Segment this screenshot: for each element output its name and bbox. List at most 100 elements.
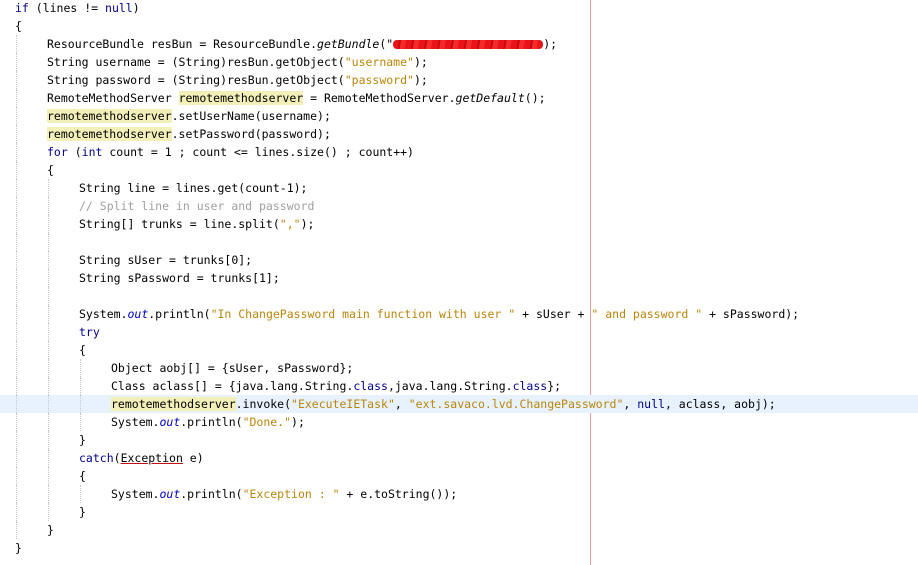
- code-content: catch(Exception e): [79, 449, 204, 467]
- string-literal: "username": [344, 55, 414, 69]
- indent-guide: [16, 233, 17, 251]
- code-text: Object aobj[] = {sUser, sPassword};: [111, 361, 354, 375]
- code-text: System.: [111, 487, 160, 501]
- code-editor[interactable]: if (lines != null) {ResourceBundle resBun…: [0, 0, 918, 565]
- code-text: String sPassword = trunks[1];: [79, 271, 280, 285]
- code-content: System.out.println("Done.");: [111, 413, 305, 431]
- code-line[interactable]: String[] trunks = line.split(",");: [0, 215, 918, 233]
- code-text: );: [291, 415, 305, 429]
- code-content: {: [47, 161, 54, 179]
- indent-guide: [16, 143, 17, 161]
- code-line[interactable]: Class aclass[] = {java.lang.String.class…: [0, 377, 918, 395]
- code-content: }: [79, 503, 86, 521]
- occurrence-highlight: remotemethodserver: [178, 91, 304, 105]
- code-text: }: [79, 505, 86, 519]
- code-text: {: [79, 343, 86, 357]
- indent-guide: [16, 89, 17, 107]
- code-line[interactable]: }: [0, 503, 918, 521]
- indent-guide: [16, 53, 17, 71]
- code-content: ResourceBundle resBun = ResourceBundle.g…: [47, 35, 557, 53]
- indent-guide: [16, 269, 17, 287]
- code-content: System.out.println("Exception : " + e.to…: [111, 485, 457, 503]
- code-text: String[] trunks = line.split(: [79, 217, 280, 231]
- code-line[interactable]: System.out.println("Done.");: [0, 413, 918, 431]
- code-line[interactable]: Object aobj[] = {sUser, sPassword};: [0, 359, 918, 377]
- code-line[interactable]: [0, 287, 918, 305]
- code-text: (": [379, 37, 394, 51]
- keyword-token: for: [47, 145, 68, 159]
- code-line[interactable]: {: [0, 341, 918, 359]
- code-line[interactable]: {: [0, 161, 918, 179]
- code-line[interactable]: String sPassword = trunks[1];: [0, 269, 918, 287]
- code-line-current[interactable]: remotemethodserver.invoke("ExecuteIETask…: [0, 395, 918, 413]
- keyword-token: catch: [79, 451, 114, 465]
- indent-guide: [16, 341, 17, 359]
- indent-guide: [48, 287, 49, 305]
- code-line[interactable]: String password = (String)resBun.getObje…: [0, 71, 918, 89]
- code-text: count = 1 ; count <= lines.size() ; coun…: [102, 145, 414, 159]
- keyword-token: try: [79, 325, 100, 339]
- indent-guide: [16, 521, 17, 539]
- indent-guide: [16, 485, 17, 503]
- indent-guide: [48, 215, 49, 233]
- indent-guide: [80, 359, 81, 377]
- code-text: e): [182, 451, 204, 465]
- code-text: + sUser +: [515, 307, 592, 321]
- string-literal: " and password ": [591, 307, 703, 321]
- keyword-token: int: [81, 145, 103, 159]
- code-content: remotemethodserver.setPassword(password)…: [47, 125, 331, 143]
- indent-guide: [80, 485, 81, 503]
- code-text: }: [47, 523, 54, 537]
- indent-guide: [16, 107, 17, 125]
- string-literal: ",": [279, 217, 301, 231]
- occurrence-highlight: remotemethodserver: [111, 397, 236, 411]
- indent-guide: [16, 71, 17, 89]
- code-line[interactable]: if (lines != null): [0, 0, 918, 17]
- code-text: .setUserName(username);: [171, 109, 331, 123]
- code-content: RemoteMethodServer remotemethodserver = …: [47, 89, 546, 107]
- code-line[interactable]: {: [0, 467, 918, 485]
- code-line[interactable]: System.out.println("In ChangePassword ma…: [0, 305, 918, 323]
- indent-guide: [16, 125, 17, 143]
- code-text: , aclass, aobj);: [664, 397, 776, 411]
- code-line[interactable]: }: [0, 431, 918, 449]
- indent-guide: [48, 485, 49, 503]
- code-line[interactable]: catch(Exception e): [0, 449, 918, 467]
- code-text: String username = (String)resBun.getObje…: [47, 55, 345, 69]
- static-field-token: out: [159, 415, 181, 429]
- static-method-token: getBundle: [317, 37, 380, 51]
- code-text: System.: [79, 307, 128, 321]
- code-content: String line = lines.get(count-1);: [79, 179, 307, 197]
- code-line[interactable]: // Split line in user and password: [0, 197, 918, 215]
- code-text: .println(: [180, 415, 243, 429]
- indent-guide: [48, 413, 49, 431]
- code-text: .println(: [148, 307, 211, 321]
- indent-guide: [16, 305, 17, 323]
- code-text: (lines !=: [28, 1, 106, 15]
- string-literal: "In ChangePassword main function with us…: [210, 307, 516, 321]
- code-text: RemoteMethodServer: [47, 91, 179, 105]
- code-line[interactable]: ResourceBundle resBun = ResourceBundle.g…: [0, 35, 918, 53]
- code-line[interactable]: }: [0, 539, 918, 557]
- code-text: String line = lines.get(count-1);: [79, 181, 308, 195]
- code-content: try: [79, 323, 100, 341]
- indent-guide: [16, 449, 17, 467]
- indent-guide: [16, 161, 17, 179]
- code-line[interactable]: System.out.println("Exception : " + e.to…: [0, 485, 918, 503]
- indent-guide: [16, 323, 17, 341]
- code-line[interactable]: {: [0, 17, 918, 35]
- code-line[interactable]: }: [0, 521, 918, 539]
- indent-guide: [16, 35, 17, 53]
- code-line[interactable]: RemoteMethodServer remotemethodserver = …: [0, 89, 918, 107]
- code-line[interactable]: try: [0, 323, 918, 341]
- code-text: = RemoteMethodServer.: [303, 91, 456, 105]
- code-line[interactable]: String sUser = trunks[0];: [0, 251, 918, 269]
- code-line[interactable]: for (int count = 1 ; count <= lines.size…: [0, 143, 918, 161]
- keyword-token: class: [353, 379, 388, 393]
- code-line[interactable]: remotemethodserver.setPassword(password)…: [0, 125, 918, 143]
- code-line[interactable]: String username = (String)resBun.getObje…: [0, 53, 918, 71]
- indent-guide: [48, 395, 49, 413]
- code-line[interactable]: [0, 233, 918, 251]
- code-line[interactable]: String line = lines.get(count-1);: [0, 179, 918, 197]
- code-line[interactable]: remotemethodserver.setUserName(username)…: [0, 107, 918, 125]
